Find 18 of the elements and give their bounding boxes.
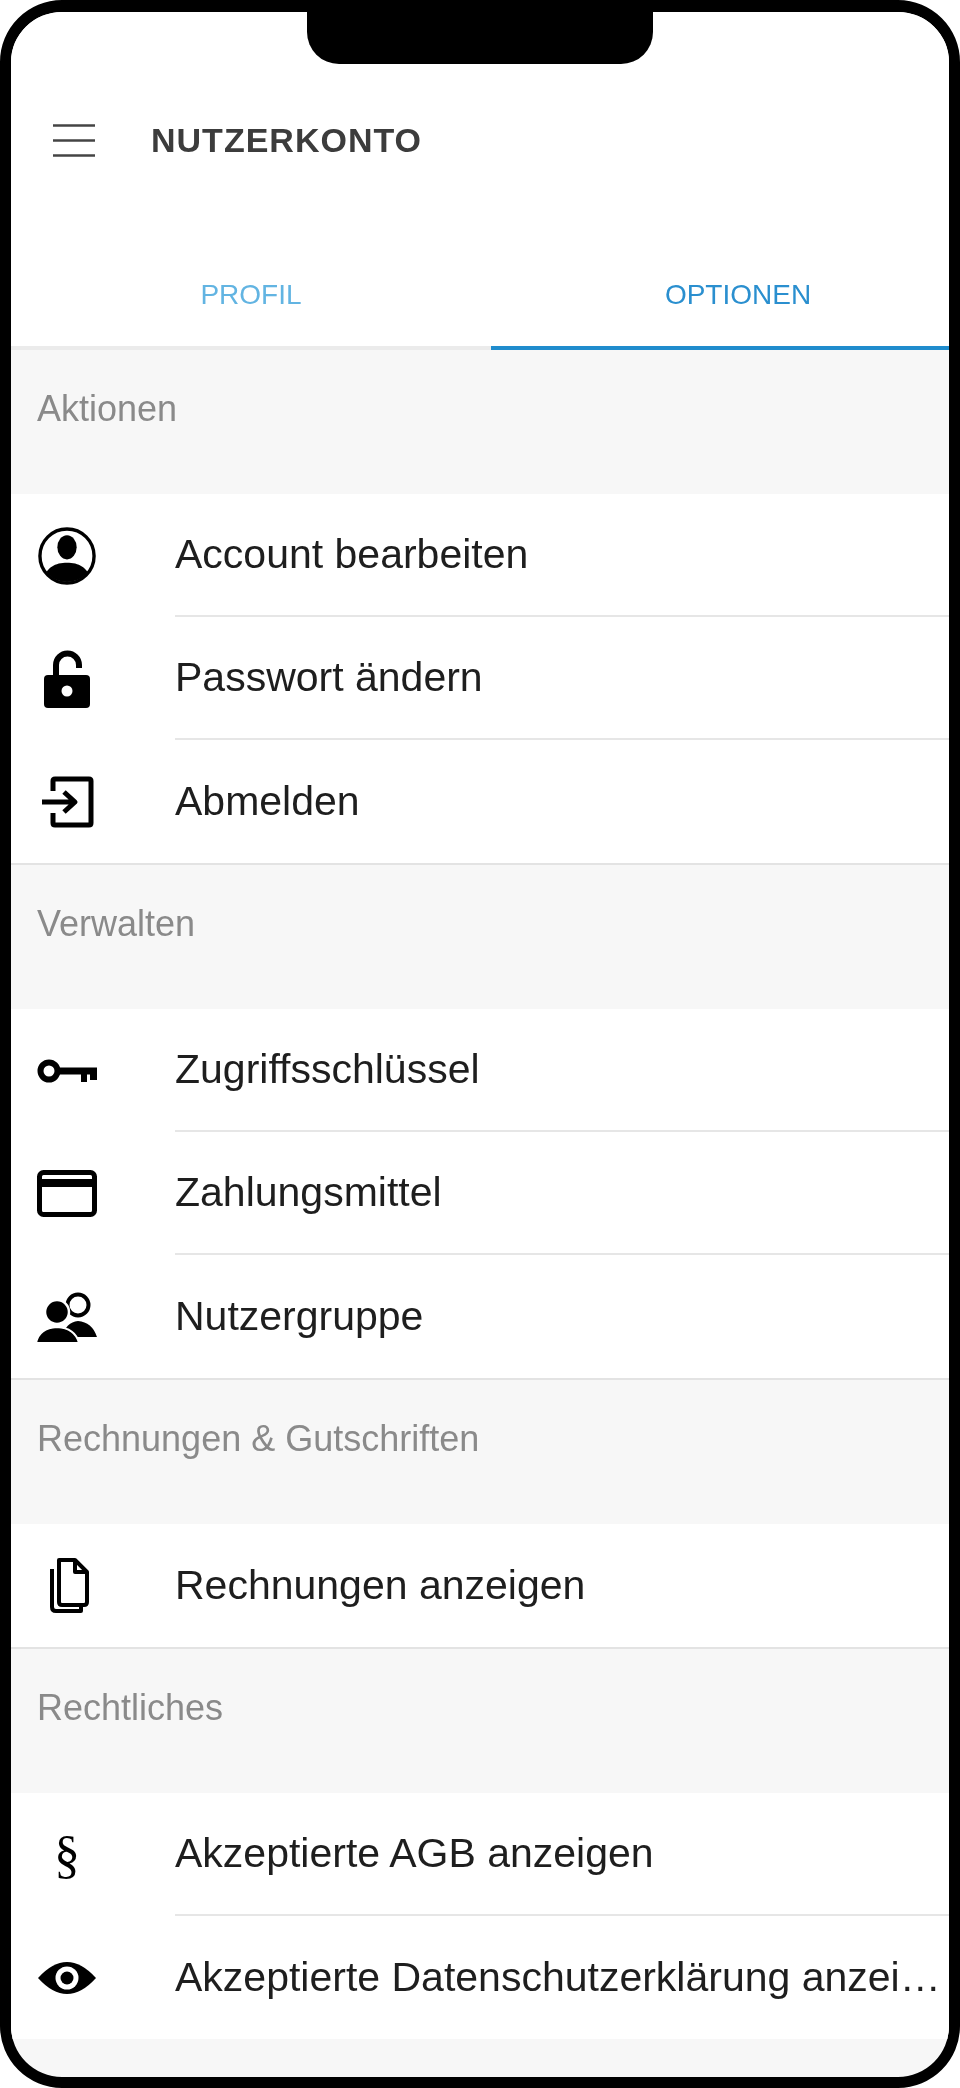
list-item[interactable]: § Akzeptierte AGB anzeigen [11,1793,949,1916]
section-sign-icon: § [54,1830,80,1879]
page-title: NUTZERKONTO [151,120,423,161]
list-item[interactable]: Abmelden [11,740,949,863]
open-lock-icon [44,649,90,708]
menu-icon[interactable] [53,123,95,157]
list-item[interactable]: Rechnungen anzeigen [11,1524,949,1647]
list-item[interactable]: Account bearbeiten [11,494,949,617]
sign-in-icon [40,775,94,828]
user-group-icon [36,1290,98,1343]
list-item[interactable]: Zahlungsmittel [11,1132,949,1255]
list-item[interactable]: Zugriffsschlüssel [11,1009,949,1132]
credit-card-icon [37,1170,97,1217]
user-circle-icon [38,526,96,585]
list-item[interactable]: Nutzergruppe [11,1255,949,1378]
key-icon [37,1057,97,1084]
list-item[interactable]: Akzeptierte Datenschutzerklärung anzei… [11,1916,949,2039]
list-item[interactable]: Passwort ändern [11,617,949,740]
